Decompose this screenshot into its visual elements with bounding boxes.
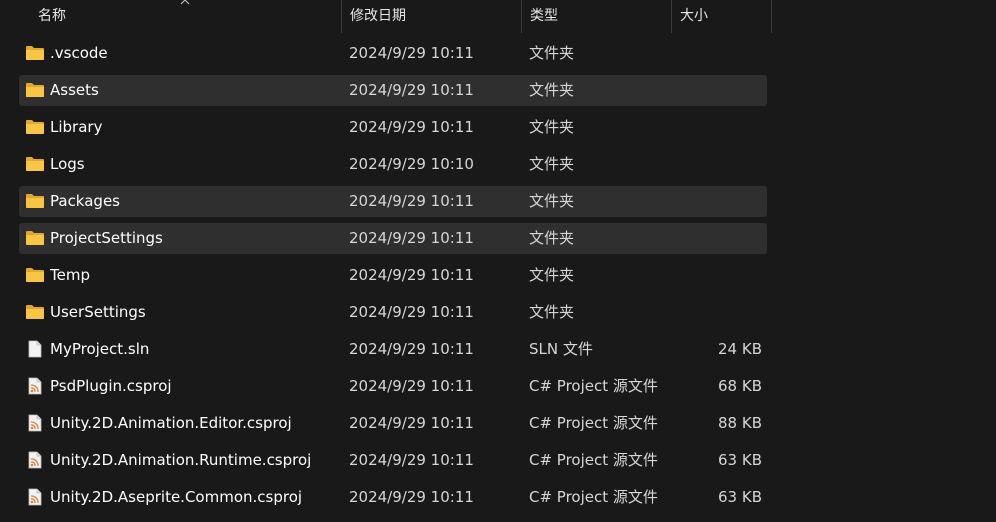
column-header-type[interactable]: 类型: [522, 0, 672, 33]
file-type: SLN 文件: [529, 340, 593, 358]
csproj-icon: [25, 414, 45, 432]
column-header-date[interactable]: 修改日期: [342, 0, 522, 33]
column-header-bar: 名称 修改日期 类型 大小: [0, 0, 772, 33]
csproj-icon: [25, 488, 45, 506]
file-size: 63 KB: [718, 451, 762, 469]
file-size: 24 KB: [718, 340, 762, 358]
file-type: 文件夹: [529, 118, 575, 136]
column-header-size-label: 大小: [680, 8, 708, 24]
file-row[interactable]: MyProject.sln 2024/9/29 10:11 SLN 文件 24 KB: [19, 334, 767, 365]
column-header-name[interactable]: 名称: [0, 0, 342, 33]
sort-ascending-icon: [180, 0, 190, 8]
file-modified-date: 2024/9/29 10:11: [349, 192, 474, 210]
file-modified-date: 2024/9/29 10:10: [349, 155, 474, 173]
csproj-icon: [25, 451, 45, 469]
file-type: 文件夹: [529, 229, 575, 247]
file-row[interactable]: Unity.2D.Aseprite.Common.csproj 2024/9/29…: [19, 482, 767, 513]
file-name: Unity.2D.Aseprite.Common.csproj: [50, 488, 303, 506]
file-type: C# Project 源文件: [529, 488, 658, 506]
file-name: ProjectSettings: [50, 229, 163, 247]
file-modified-date: 2024/9/29 10:11: [349, 488, 474, 506]
file-row[interactable]: UserSettings 2024/9/29 10:11 文件夹: [19, 297, 767, 328]
file-type: 文件夹: [529, 44, 575, 62]
file-name: MyProject.sln: [50, 340, 150, 358]
folder-icon: [25, 303, 45, 321]
csproj-icon: [25, 377, 45, 395]
document-icon: [25, 340, 45, 358]
file-modified-date: 2024/9/29 10:11: [349, 81, 474, 99]
file-type: 文件夹: [529, 192, 575, 210]
file-modified-date: 2024/9/29 10:11: [349, 303, 474, 321]
file-row[interactable]: Unity.2D.Animation.Runtime.csproj 2024/9/…: [19, 445, 767, 476]
file-row[interactable]: Temp 2024/9/29 10:11 文件夹: [19, 260, 767, 291]
file-type: 文件夹: [529, 303, 575, 321]
file-type: C# Project 源文件: [529, 377, 658, 395]
folder-icon: [25, 155, 45, 173]
file-size: [672, 38, 762, 69]
column-header-size[interactable]: 大小: [672, 0, 772, 33]
file-name: Logs: [50, 155, 85, 173]
file-name: UserSettings: [50, 303, 146, 321]
file-modified-date: 2024/9/29 10:11: [349, 44, 474, 62]
folder-icon: [25, 266, 45, 284]
file-size: [672, 260, 762, 291]
folder-icon: [25, 81, 45, 99]
file-modified-date: 2024/9/29 10:11: [349, 118, 474, 136]
file-size: 68 KB: [718, 377, 762, 395]
file-name: Unity.2D.Animation.Runtime.csproj: [50, 451, 312, 469]
column-header-type-label: 类型: [530, 8, 558, 24]
file-name: Unity.2D.Animation.Editor.csproj: [50, 414, 292, 432]
file-size: [672, 297, 762, 328]
file-row[interactable]: Library 2024/9/29 10:11 文件夹: [19, 112, 767, 143]
file-size: [672, 112, 762, 143]
file-size: [672, 223, 762, 254]
file-row[interactable]: Logs 2024/9/29 10:10 文件夹: [19, 149, 767, 180]
file-modified-date: 2024/9/29 10:11: [349, 266, 474, 284]
file-type: 文件夹: [529, 81, 575, 99]
folder-icon: [25, 118, 45, 136]
file-name: Assets: [50, 81, 99, 99]
file-row[interactable]: Assets 2024/9/29 10:11 文件夹: [19, 75, 767, 106]
column-header-name-label: 名称: [38, 8, 66, 24]
file-type: 文件夹: [529, 155, 575, 173]
file-size: 88 KB: [718, 414, 762, 432]
file-modified-date: 2024/9/29 10:11: [349, 451, 474, 469]
file-row[interactable]: Unity.2D.Animation.Editor.csproj 2024/9/2…: [19, 408, 767, 439]
file-name: PsdPlugin.csproj: [50, 377, 172, 395]
file-type: 文件夹: [529, 266, 575, 284]
file-modified-date: 2024/9/29 10:11: [349, 229, 474, 247]
file-name: Packages: [50, 192, 120, 210]
file-name: Temp: [50, 266, 90, 284]
file-size: [672, 186, 762, 217]
file-name: .vscode: [50, 44, 108, 62]
file-modified-date: 2024/9/29 10:11: [349, 414, 474, 432]
folder-icon: [25, 229, 45, 247]
file-type: C# Project 源文件: [529, 451, 658, 469]
file-explorer: 名称 修改日期 类型 大小 .vscode 2024/9/29 10:11 文件夹 A…: [0, 0, 996, 522]
file-size: [672, 75, 762, 106]
file-row[interactable]: ProjectSettings 2024/9/29 10:11 文件夹: [19, 223, 767, 254]
file-row[interactable]: Packages 2024/9/29 10:11 文件夹: [19, 186, 767, 217]
file-size: [672, 149, 762, 180]
file-name: Library: [50, 118, 103, 136]
file-modified-date: 2024/9/29 10:11: [349, 340, 474, 358]
folder-icon: [25, 192, 45, 210]
file-size: 63 KB: [718, 488, 762, 506]
file-modified-date: 2024/9/29 10:11: [349, 377, 474, 395]
file-row[interactable]: .vscode 2024/9/29 10:11 文件夹: [19, 38, 767, 69]
folder-icon: [25, 44, 45, 62]
file-type: C# Project 源文件: [529, 414, 658, 432]
file-row[interactable]: PsdPlugin.csproj 2024/9/29 10:11 C# Projec…: [19, 371, 767, 402]
column-header-date-label: 修改日期: [350, 8, 406, 24]
